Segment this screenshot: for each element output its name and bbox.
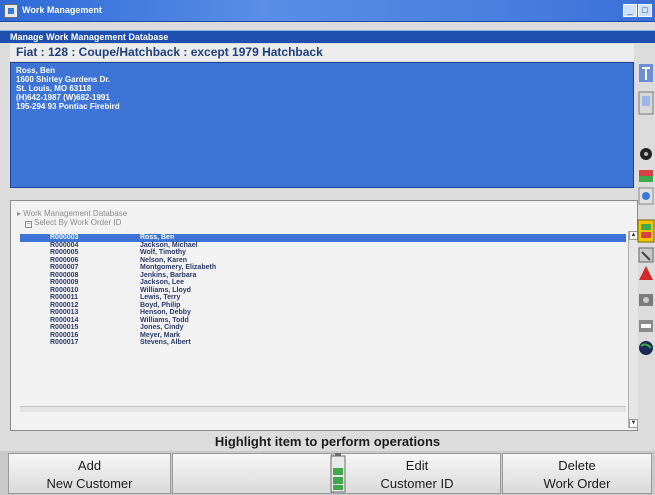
app-icon xyxy=(4,4,18,18)
table-row[interactable]: R000008 Jenkins, Barbara xyxy=(20,272,626,280)
customer-name-cell: Boyd, Philip xyxy=(140,301,181,309)
collapse-icon[interactable]: − xyxy=(25,221,32,228)
table-row[interactable]: R000014 Williams, Todd xyxy=(20,317,626,325)
work-order-tree: ▸ Work Management Database − Select By Wo… xyxy=(10,200,638,431)
person-icon[interactable] xyxy=(637,219,655,243)
fkey-label-line2: Work Order xyxy=(543,476,611,491)
window-title: Work Management xyxy=(22,5,102,15)
work-order-id: R000013 xyxy=(50,309,79,316)
subheader-bar: Manage Work Management Database xyxy=(0,30,655,43)
tree-node-select-by-id[interactable]: − Select By Work Order ID xyxy=(25,218,121,228)
customer-address: 1600 Shirley Gardens Dr. xyxy=(16,75,111,84)
work-order-id: R000007 xyxy=(50,264,79,271)
table-row[interactable]: R000011 Lewis, Terry xyxy=(20,294,626,302)
customer-city: St. Louis, MO 63118 xyxy=(16,84,92,93)
tree-root[interactable]: ▸ Work Management Database xyxy=(17,209,127,218)
table-row[interactable]: R000015 Jones, Cindy xyxy=(20,324,626,332)
subheader-label: Manage Work Management Database xyxy=(10,32,169,42)
globe-icon[interactable] xyxy=(639,341,653,355)
status-text: Highlight item to perform operations xyxy=(214,434,441,449)
vehicle-label: Fiat : 128 : Coupe/Hatchback : except 19… xyxy=(16,45,323,59)
customer-vehicle: 195-294 93 Pontiac Firebird xyxy=(16,102,120,111)
customer-name-cell: Jones, Cindy xyxy=(140,324,184,331)
blank-function-button[interactable] xyxy=(172,453,332,494)
work-order-id: R000016 xyxy=(50,331,79,339)
customer-name-cell: Ross, Ben xyxy=(140,234,175,241)
customer-name-cell: Wolf, Timothy xyxy=(140,249,187,256)
customer-name-cell: Montgomery, Elizabeth xyxy=(140,264,217,271)
work-order-id: R000017 xyxy=(50,339,79,346)
work-order-id: R000011 xyxy=(50,294,79,301)
customer-name-cell: Stevens, Albert xyxy=(140,339,191,346)
add-new-customer-button[interactable]: Add New Customer xyxy=(8,453,171,494)
work-order-id: R000005 xyxy=(50,249,79,256)
tire-icon[interactable] xyxy=(640,148,652,160)
horizontal-scrollbar[interactable] xyxy=(20,406,626,412)
tools-icon[interactable] xyxy=(638,247,654,263)
customer-name-cell: Williams, Todd xyxy=(140,316,189,324)
work-order-list: R000003 Ross, Ben R000004 Jackson, Michael R… xyxy=(20,234,626,347)
work-order-id: R000008 xyxy=(50,271,79,279)
fkey-label-line1: Edit xyxy=(405,458,429,473)
work-order-id: R000009 xyxy=(50,279,79,286)
customer-name-cell: Jackson, Lee xyxy=(140,279,184,286)
vehicle-bar: Fiat : 128 : Coupe/Hatchback : except 19… xyxy=(10,44,634,61)
table-row[interactable]: R000005 Wolf, Timothy xyxy=(20,249,626,257)
title-bar: Work Management _ □ xyxy=(0,0,655,22)
delete-work-order-button[interactable]: Delete Work Order xyxy=(502,453,652,494)
customer-name: Ross, Ben xyxy=(16,66,56,75)
customer-name-cell: Williams, Lloyd xyxy=(140,286,191,294)
printer-icon[interactable] xyxy=(639,320,653,332)
customer-name-cell: Meyer, Mark xyxy=(140,331,181,339)
specs-icon[interactable] xyxy=(638,187,654,205)
customer-name-cell: Lewis, Terry xyxy=(140,294,181,301)
scroll-down-icon[interactable]: ▼ xyxy=(629,419,638,428)
customer-name-cell: Henson, Debby xyxy=(140,309,191,316)
fkey-label-line1: Add xyxy=(77,458,102,473)
tree-root-label: Work Management Database xyxy=(23,209,128,218)
work-order-id: R000014 xyxy=(50,316,79,324)
customer-name-cell: Nelson, Karen xyxy=(140,256,188,264)
customer-name-cell: Jackson, Michael xyxy=(140,241,198,249)
function-key-bar: Add New Customer Edit Customer ID Delete… xyxy=(0,451,655,495)
tree-node-label: Select By Work Order ID xyxy=(34,218,122,227)
table-row[interactable]: R000009 Jackson, Lee xyxy=(20,279,626,287)
vehicle-icon[interactable] xyxy=(638,91,654,115)
work-order-id: R000006 xyxy=(50,256,79,264)
camera-icon[interactable] xyxy=(639,294,653,306)
table-row[interactable]: R000007 Montgomery, Elizabeth xyxy=(20,264,626,272)
alignment-icon[interactable] xyxy=(639,64,653,82)
table-row[interactable]: R000003 Ross, Ben xyxy=(20,234,626,242)
fkey-label-line2: Customer ID xyxy=(380,476,454,491)
minimize-icon[interactable]: _ xyxy=(623,4,637,17)
table-row[interactable]: R000004 Jackson, Michael xyxy=(20,242,626,250)
table-row[interactable]: R000012 Boyd, Philip xyxy=(20,302,626,310)
work-order-id: R000012 xyxy=(50,301,79,309)
table-row[interactable]: R000016 Meyer, Mark xyxy=(20,332,626,340)
customer-name-cell: Jenkins, Barbara xyxy=(140,271,197,279)
maximize-icon[interactable]: □ xyxy=(638,4,652,17)
status-bar: Highlight item to perform operations xyxy=(0,433,655,451)
battery-icon xyxy=(330,453,346,493)
fkey-label-line2: New Customer xyxy=(46,476,133,491)
table-row[interactable]: R000006 Nelson, Karen xyxy=(20,257,626,265)
edit-customer-id-button[interactable]: Edit Customer ID xyxy=(333,453,501,494)
customer-info-panel: Ross, Ben 1600 Shirley Gardens Dr. St. L… xyxy=(10,62,634,188)
table-row[interactable]: R000013 Henson, Debby xyxy=(20,309,626,317)
side-toolbar xyxy=(637,64,655,355)
warning-icon[interactable] xyxy=(639,266,653,280)
customer-phone: (H)642-1987 (W)682-1991 xyxy=(16,93,110,102)
table-row[interactable]: R000010 Williams, Lloyd xyxy=(20,287,626,295)
fkey-label-line1: Delete xyxy=(558,458,596,473)
work-order-id: R000015 xyxy=(50,324,79,331)
table-row[interactable]: R000017 Stevens, Albert xyxy=(20,339,626,347)
work-order-id: R000010 xyxy=(50,286,79,294)
work-order-id: R000003 xyxy=(50,234,79,241)
gauge-icon[interactable] xyxy=(639,170,653,182)
work-order-id: R000004 xyxy=(50,241,79,249)
